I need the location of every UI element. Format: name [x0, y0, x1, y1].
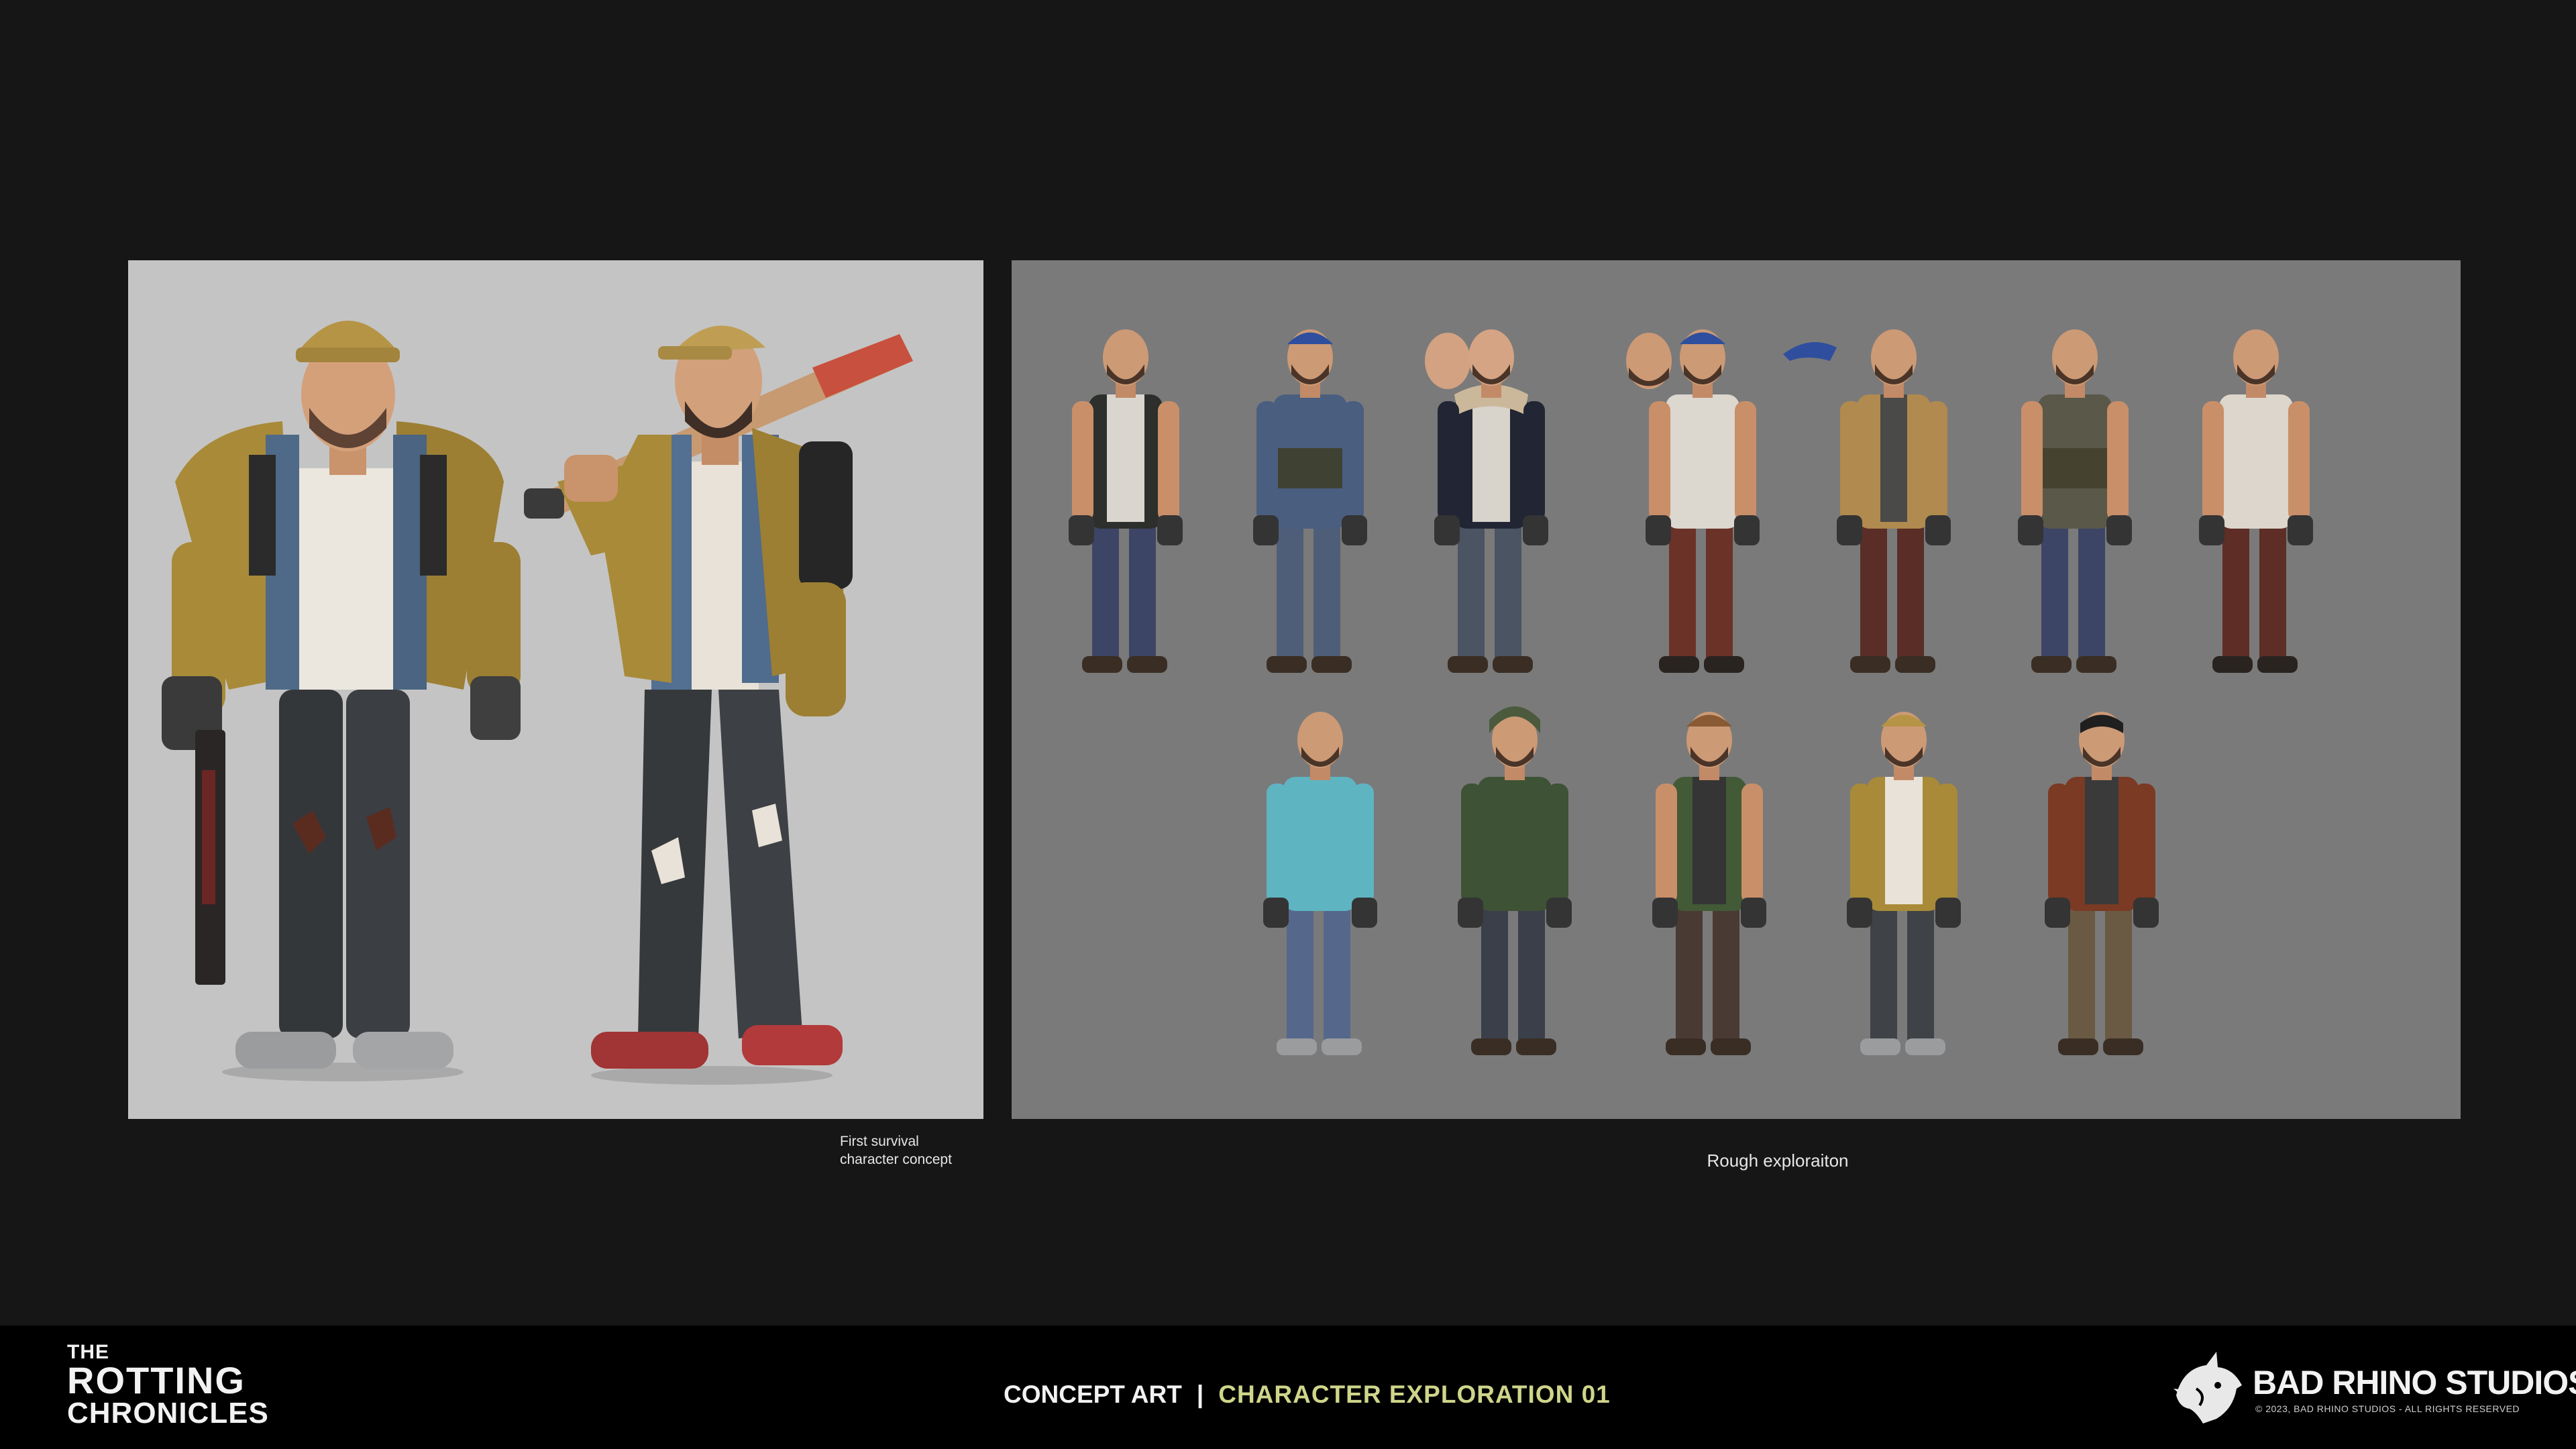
concept-panel-left	[128, 260, 983, 1119]
caption-left-line-1: First survival	[840, 1134, 919, 1149]
footer-title: CONCEPT ART | CHARACTER EXPLORATION 01	[1004, 1381, 1611, 1410]
lineup-figure	[1458, 706, 1572, 1055]
lineup-row-1	[1069, 329, 2313, 673]
character-lineup-illustration	[1069, 329, 2313, 1055]
footer-separator: |	[1196, 1381, 1204, 1408]
character-concept-illustration	[162, 321, 913, 1085]
survivor-front-figure	[162, 321, 521, 1081]
lineup-row-2	[1263, 706, 2159, 1055]
game-logo: THE ROTTING CHRONICLES	[67, 1342, 269, 1436]
lineup-figure	[2199, 329, 2313, 673]
head-variant	[1425, 333, 1470, 389]
rhino-icon	[2174, 1352, 2242, 1424]
lineup-figure	[1837, 329, 1951, 673]
exploration-panel-right	[1012, 260, 2461, 1119]
lineup-figure	[1847, 712, 1961, 1055]
cap-prop	[1783, 342, 1837, 361]
head-variant	[1626, 333, 1672, 389]
lineup-figure	[1263, 712, 1377, 1055]
lineup-figure	[1069, 329, 1183, 673]
footer-subtitle: CHARACTER EXPLORATION 01	[1218, 1381, 1611, 1408]
game-logo-line-2: ROTTING	[67, 1359, 246, 1401]
caption-rough-exploration: Rough exploraiton	[1707, 1150, 1849, 1171]
game-logo-line-3: CHRONICLES	[67, 1397, 269, 1430]
footer-section-label: CONCEPT ART	[1004, 1381, 1182, 1408]
lineup-figure	[2045, 712, 2159, 1055]
lineup-figure	[1652, 712, 1766, 1055]
studio-name: BAD RHINO STUDIOS	[2253, 1364, 2576, 1401]
studio-copyright: © 2023, BAD RHINO STUDIOS - ALL RIGHTS R…	[2255, 1403, 2520, 1414]
caption-first-concept: First survival character concept	[840, 1132, 1014, 1169]
caption-left-line-2: character concept	[840, 1152, 952, 1167]
lineup-figure	[1253, 329, 1367, 673]
survivor-bat-figure	[524, 325, 913, 1085]
lineup-figure	[2018, 329, 2132, 673]
studio-logo: BAD RHINO STUDIOS © 2023, BAD RHINO STUD…	[2169, 1348, 2576, 1429]
